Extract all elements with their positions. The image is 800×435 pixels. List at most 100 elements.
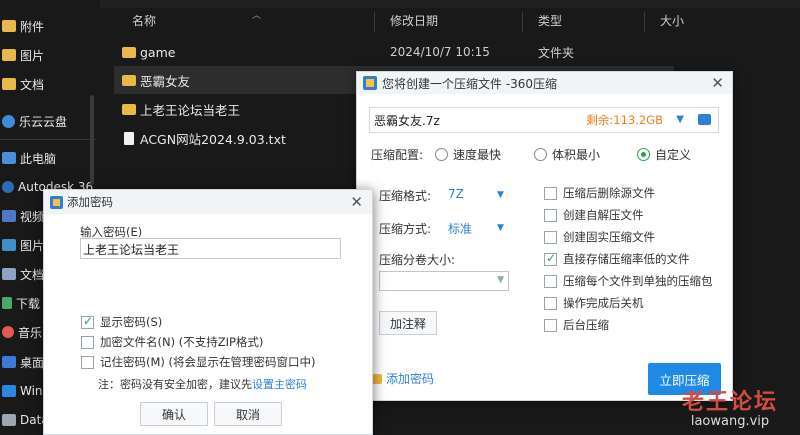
- checkbox-icon: [81, 355, 94, 369]
- format-select[interactable]: 7Z: [448, 187, 464, 201]
- option-delete-source[interactable]: 压缩后删除源文件: [544, 185, 655, 201]
- password-input[interactable]: 上老王论坛当老王: [80, 238, 341, 259]
- folder-icon: [122, 74, 136, 86]
- option-background[interactable]: 后台压缩: [544, 317, 609, 333]
- sidebar-item-this-pc[interactable]: 此电脑: [0, 146, 96, 170]
- watermark-logo-text: 老王论坛: [681, 389, 778, 415]
- cloud-icon: [2, 114, 15, 128]
- sort-up-icon: ︿: [252, 11, 262, 21]
- method-select[interactable]: 标准: [448, 220, 472, 237]
- add-password-link[interactable]: 添加密码: [371, 370, 434, 387]
- checkbox-label: 压缩每个文件到单独的压缩包: [563, 274, 713, 288]
- add-password-label: 添加密码: [386, 372, 435, 386]
- checkbox-label: 显示密码(S): [100, 315, 163, 329]
- radio-custom[interactable]: 自定义: [637, 146, 691, 163]
- password-dialog-titlebar[interactable]: 添加密码 ✕: [44, 190, 372, 214]
- sidebar-item-documents-quick[interactable]: 文档: [0, 72, 96, 96]
- checkbox-label: 创建自解压文件: [563, 208, 644, 222]
- 360zip-logo-icon: [363, 76, 377, 90]
- music-icon: [2, 326, 14, 338]
- checkbox-icon: [544, 186, 557, 200]
- column-divider[interactable]: [374, 12, 375, 32]
- column-header-date[interactable]: 修改日期: [390, 12, 438, 32]
- file-name: 上老王论坛当老王: [140, 102, 241, 118]
- sidebar-item-label: 文档: [20, 267, 45, 282]
- file-name: game: [140, 44, 176, 60]
- folder-icon: [2, 49, 16, 61]
- checkbox-icon: [544, 230, 557, 244]
- chevron-down-icon[interactable]: ▼: [676, 114, 684, 125]
- sidebar-item-pictures-quick[interactable]: 图片: [0, 43, 96, 67]
- checkbox-label: 记住密码(M) (将会显示在管理密码窗口中): [100, 355, 316, 369]
- option-self-extracting[interactable]: 创建自解压文件: [544, 207, 644, 223]
- close-icon[interactable]: ✕: [711, 74, 724, 92]
- sidebar-item-attachments[interactable]: 附件: [0, 14, 96, 38]
- sidebar-item-label: 音乐: [18, 325, 43, 340]
- radio-smallest[interactable]: 体积最小: [534, 146, 600, 163]
- checkbox-icon: [544, 208, 557, 222]
- checkbox-icon: [81, 335, 94, 349]
- file-row[interactable]: game 2024/10/7 10:15 文件夹: [114, 38, 674, 66]
- window-top-strip: [0, 0, 800, 8]
- column-divider[interactable]: [644, 12, 645, 32]
- sidebar-divider: [0, 139, 96, 140]
- cancel-button[interactable]: 取消: [214, 402, 282, 426]
- compress-dialog: 您将创建一个压缩文件 -360压缩 ✕ 恶霸女友.7z 剩余:113.2GB ▼…: [356, 71, 733, 401]
- radio-label: 速度最快: [453, 148, 502, 162]
- video-icon: [2, 210, 16, 222]
- checkbox-label: 压缩后删除源文件: [563, 186, 655, 200]
- file-type: 文件夹: [538, 45, 575, 60]
- archive-name: 恶霸女友.7z: [374, 113, 440, 128]
- folder-browse-icon[interactable]: [698, 114, 711, 125]
- chevron-down-icon[interactable]: ▼: [497, 223, 504, 233]
- radio-label: 自定义: [655, 148, 692, 162]
- radio-label: 体积最小: [552, 148, 601, 162]
- sidebar-item-label: 下载: [16, 296, 41, 311]
- set-master-password-link[interactable]: 设置主密码: [252, 378, 307, 391]
- sidebar-item-label: 桌面: [20, 355, 45, 370]
- checkbox-checked-icon: [81, 314, 94, 329]
- remember-password-checkbox[interactable]: 记住密码(M) (将会显示在管理密码窗口中): [81, 354, 316, 370]
- checkbox-label: 操作完成后关机: [563, 296, 644, 310]
- confirm-button[interactable]: 确认: [140, 402, 208, 426]
- data-drive-icon: [2, 414, 16, 426]
- close-icon[interactable]: ✕: [350, 193, 363, 211]
- radio-circle-icon: [435, 148, 448, 161]
- sidebar-scrollbar[interactable]: [90, 95, 94, 185]
- sidebar-item-label: 此电脑: [20, 151, 57, 166]
- archive-name-field[interactable]: 恶霸女友.7z 剩余:113.2GB ▼: [369, 107, 719, 133]
- volume-size-label: 压缩分卷大小:: [379, 253, 456, 267]
- checkbox-label: 直接存储压缩率低的文件: [563, 252, 690, 266]
- option-solid-archive[interactable]: 创建固实压缩文件: [544, 229, 655, 245]
- autodesk-icon: [2, 181, 14, 193]
- password-dialog-title: 添加密码: [67, 195, 113, 209]
- radio-fastest[interactable]: 速度最快: [435, 146, 501, 163]
- free-space-label: 剩余:113.2GB: [586, 113, 663, 127]
- sidebar-item-label: 图片: [20, 48, 45, 63]
- column-header-size[interactable]: 大小: [660, 12, 684, 32]
- show-password-checkbox[interactable]: 显示密码(S): [81, 314, 162, 330]
- option-store-low-ratio[interactable]: 直接存储压缩率低的文件: [544, 251, 690, 267]
- chevron-down-icon[interactable]: ▼: [497, 275, 504, 285]
- column-divider[interactable]: [522, 12, 523, 32]
- encrypt-filenames-checkbox[interactable]: 加密文件名(N) (不支持ZIP格式): [81, 334, 263, 350]
- chevron-down-icon[interactable]: ▼: [497, 190, 504, 200]
- sidebar-item-label: 附件: [20, 19, 45, 34]
- checkbox-label: 创建固实压缩文件: [563, 230, 655, 244]
- checkbox-label: 加密文件名(N) (不支持ZIP格式): [100, 335, 264, 349]
- folder-icon: [2, 20, 16, 32]
- watermark-url: laowang.vip: [690, 414, 770, 429]
- 360zip-logo-icon: [50, 195, 63, 209]
- column-header-type[interactable]: 类型: [538, 12, 562, 32]
- computer-icon: [2, 152, 16, 164]
- option-separate-archives[interactable]: 压缩每个文件到单独的压缩包: [544, 273, 713, 289]
- column-header-name[interactable]: 名称: [132, 12, 156, 32]
- add-comment-button[interactable]: 加注释: [379, 311, 437, 335]
- compress-dialog-titlebar[interactable]: 您将创建一个压缩文件 -360压缩 ✕: [357, 72, 732, 94]
- windows-drive-icon: [2, 385, 16, 397]
- sidebar-item-cloud-drive[interactable]: 乐云云盘: [0, 109, 96, 133]
- volume-size-input[interactable]: ▼: [379, 271, 509, 291]
- option-shutdown-after[interactable]: 操作完成后关机: [544, 295, 644, 311]
- password-dialog: 添加密码 ✕ 输入密码(E) 上老王论坛当老王 显示密码(S) 加密文件名(N)…: [43, 189, 373, 435]
- sidebar-item-label: 文档: [20, 77, 45, 92]
